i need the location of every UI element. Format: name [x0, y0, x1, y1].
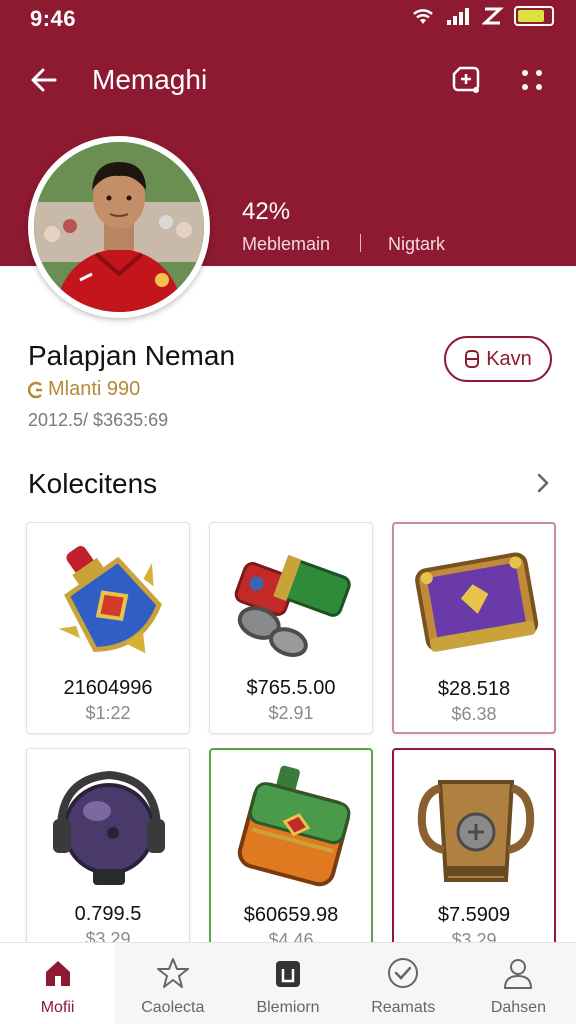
nav-label-profile: Dahsen [490, 999, 546, 1016]
treasure-pouch-icon [237, 765, 351, 887]
arrow-left-icon [31, 68, 57, 92]
coin-icon [28, 381, 42, 398]
stat-label-primary: Meblemain [242, 234, 331, 254]
lock-icon [465, 350, 480, 368]
scroll-cylinder-icon [234, 554, 351, 657]
toolbar: Memaghi [0, 50, 576, 110]
grid-dots-icon [522, 70, 542, 90]
status-bar: 9:46 [0, 0, 576, 36]
data-icon [482, 7, 504, 25]
follow-button[interactable]: Kavn [444, 336, 552, 382]
status-icons [410, 6, 554, 26]
battery-level [518, 10, 544, 22]
profile-subtitle: Mlanti 990 [28, 378, 140, 401]
bag-icon [270, 955, 306, 991]
back-button[interactable] [22, 58, 66, 102]
nav-item-store[interactable]: Blemiorn [230, 943, 345, 1024]
stat-label-secondary: Nigtark [388, 234, 446, 254]
battery-icon [514, 6, 554, 26]
card-subprice: $1:22 [85, 703, 131, 723]
card-price: $765.5.00 [246, 677, 336, 699]
check-circle-icon [385, 955, 421, 991]
nav-item-rewards[interactable]: Reamats [346, 943, 461, 1024]
card-price: $60659.98 [243, 904, 339, 926]
more-button[interactable] [510, 58, 554, 102]
user-icon [500, 955, 536, 991]
collection-card[interactable]: $765.5.00 $2.91 [209, 522, 373, 734]
collection-card[interactable]: $28.518 $6.38 [392, 522, 556, 734]
home-icon [40, 955, 76, 991]
nav-item-collections[interactable]: Caolecta [115, 943, 230, 1024]
collection-card[interactable]: $60659.98 $4.46 [209, 748, 373, 960]
bottom-nav: Mofii Caolecta Blemiorn Reamats Dahsen [0, 942, 576, 1024]
card-subprice: $2.91 [268, 703, 314, 723]
card-price: 0.799.5 [74, 903, 142, 925]
nav-item-home[interactable]: Mofii [0, 943, 116, 1024]
follow-label: Kavn [486, 347, 532, 370]
nav-item-profile[interactable]: Dahsen [461, 943, 576, 1024]
chevron-right-icon [537, 473, 549, 493]
potion-bottle-icon [58, 546, 162, 654]
tankard-icon [417, 780, 535, 882]
nav-label-store: Blemiorn [256, 999, 320, 1016]
collection-card[interactable]: $7.5909 $3.29 [392, 748, 556, 960]
nav-label-home: Mofii [40, 999, 75, 1016]
profile-subtitle-text: Mlanti 990 [48, 378, 141, 400]
collection-card[interactable]: 0.799.5 $3.29 [26, 748, 190, 960]
edit-button[interactable] [444, 58, 488, 102]
profile-name: Palapjan Neman [28, 340, 236, 371]
avatar-photo [34, 142, 204, 312]
signal-icon [447, 8, 469, 25]
card-price: $7.5909 [437, 904, 511, 926]
collections-more-button[interactable] [526, 466, 560, 500]
profile-meta: 2012.5/ $3635:69 [28, 410, 169, 430]
card-price: $28.518 [437, 678, 511, 700]
page-title: Memaghi [92, 64, 208, 95]
collection-card[interactable]: 21604996 $1:22 [26, 522, 190, 734]
status-time: 9:46 [30, 6, 77, 31]
card-price: 21604996 [63, 677, 153, 699]
collections-title: Kolecitens [28, 468, 158, 499]
stat-value: 42% [242, 198, 291, 225]
avatar[interactable] [28, 136, 210, 318]
dark-orb-headset-icon [53, 770, 165, 885]
card-subprice: $6.38 [451, 704, 497, 724]
edit-profile-icon [452, 66, 480, 93]
wifi-icon [413, 9, 433, 24]
nav-label-collections: Caolecta [141, 999, 205, 1016]
spellbook-icon [415, 552, 539, 652]
nav-label-rewards: Reamats [371, 999, 436, 1016]
stat-divider [360, 234, 361, 252]
star-icon [155, 955, 191, 991]
